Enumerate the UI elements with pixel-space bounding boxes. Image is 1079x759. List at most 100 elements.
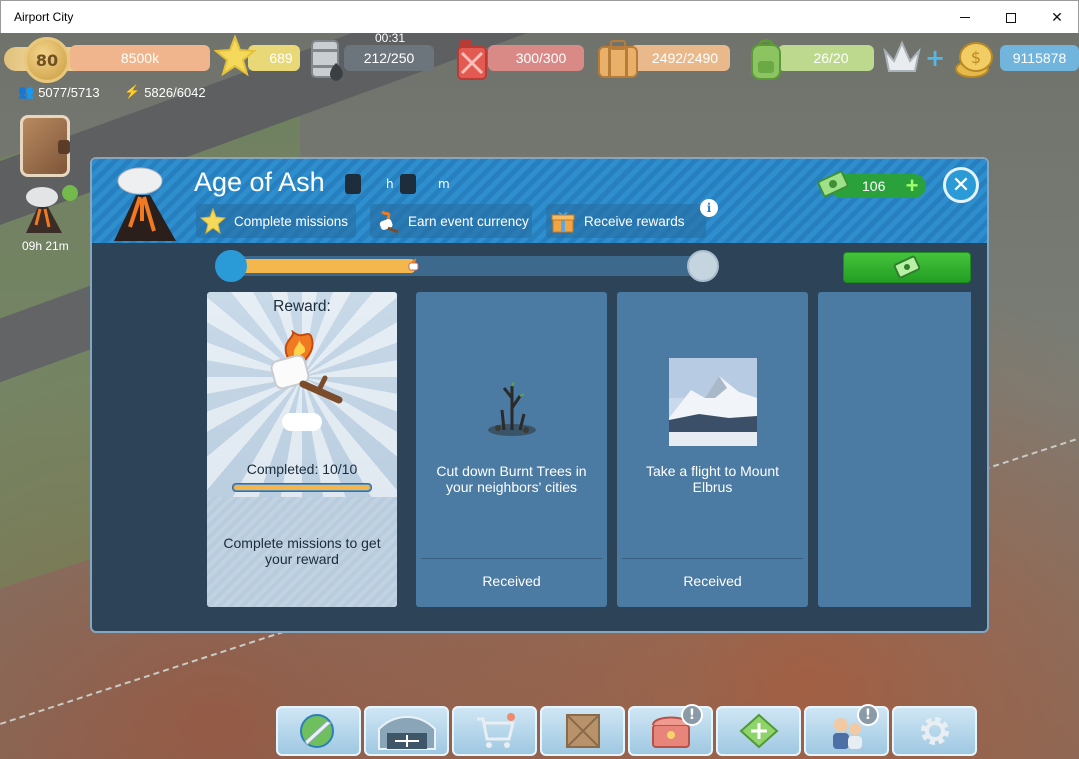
mission-status: Received [683,573,742,589]
completed-progress-fill [234,485,370,490]
minimize-icon [960,17,970,18]
flights-button[interactable] [276,706,361,756]
power-stat[interactable]: ⚡ 5826/6042 [124,84,206,100]
missions-carousel[interactable]: Reward: Completed: 10/10 Complete missio… [207,292,971,607]
xp-bar[interactable]: 8500k [70,45,210,71]
expand-map-icon [738,713,779,749]
expand-button[interactable] [716,706,801,756]
add-currency-icon[interactable]: + [902,175,922,197]
dialog-title: Age of Ash [194,167,325,197]
population-value: 5077/5713 [38,84,100,100]
coins-icon: $ [952,37,1002,81]
close-window-button[interactable]: ✕ [1034,1,1079,34]
wallet-button[interactable] [20,115,70,177]
svg-text:$: $ [971,48,981,67]
gear-icon [920,717,949,745]
alert-badge-icon: ! [857,704,879,726]
card-divider [421,558,602,559]
step-label: Complete missions [234,213,349,229]
star-icon [200,208,226,234]
level-value: 80 [35,50,59,70]
info-icon[interactable]: i [700,199,718,217]
event-volcano-button[interactable] [18,185,78,235]
shop-button[interactable] [452,706,537,756]
bottom-toolbar: ! ! [276,704,977,759]
burnt-tree-icon [468,358,556,446]
wallet-icon [58,140,70,154]
event-currency-value: 106 [862,178,886,194]
canisters-value: 300/300 [515,50,567,66]
step-complete-missions: Complete missions [196,204,356,238]
close-icon: ✕ [1051,9,1063,26]
step-label: Receive rewards [584,213,685,229]
completed-progress-bar [232,483,372,492]
level-badge[interactable]: 80 [24,37,70,83]
friends-button[interactable]: ! [804,704,889,756]
completed-count: Completed: 10/10 [246,461,358,477]
maximize-button[interactable] [988,1,1034,34]
step-label: Earn event currency [408,213,529,229]
reward-amount-pill [282,413,322,431]
people-icon: 👥 [18,84,35,99]
backpacks-value: 26/20 [813,50,849,66]
close-dialog-button[interactable]: ✕ [943,167,979,203]
reward-card[interactable]: Reward: Completed: 10/10 Complete missio… [207,292,397,607]
backpack-icon [746,37,786,81]
hours-box [345,174,361,194]
reward-label: Reward: [273,298,331,315]
buy-currency-button[interactable] [843,252,971,283]
event-timer: 09h 21m [22,239,69,253]
progress-end-knob [687,250,719,282]
maximize-icon [1006,12,1016,23]
gift-icon [550,208,576,234]
hangar-button[interactable] [364,706,449,756]
minimize-button[interactable] [942,1,988,34]
mission-card[interactable]: Take a flight to Mount Elbrus Received [617,292,808,607]
progress-fill [237,259,415,273]
dialog-header: Age of Ash h m Complete missions Earn ev… [92,159,987,243]
reward-description: Complete missions to get your reward [223,535,381,567]
fuel-bar[interactable]: 212/250 [344,45,434,71]
cash-icon [893,255,921,278]
volcano-icon [110,165,180,243]
gas-can-icon [452,37,492,81]
add-premium-icon[interactable]: + [924,44,946,72]
crate-icon [565,714,600,748]
treasure-button[interactable]: ! [628,704,713,756]
fuel-tank-icon [306,35,350,83]
crown-icon[interactable] [882,39,922,75]
mission-description: Cut down Burnt Trees in your neighbors' … [436,463,587,495]
event-dialog: Age of Ash h m Complete missions Earn ev… [90,157,989,633]
coins-value: 9115878 [1012,50,1067,66]
marshmallow-marker-icon [407,258,421,274]
mission-card[interactable]: Cut down Burnt Trees in your neighbors' … [416,292,607,607]
fuel-timer: 00:31 [375,33,406,45]
coins-bar[interactable]: 9115878 [1000,45,1079,71]
settings-button[interactable] [892,706,977,756]
mount-elbrus-photo [669,358,757,446]
bags-bar[interactable]: 2492/2490 [630,45,730,71]
xp-value: 8500k [120,50,160,66]
marshmallow-stick-icon [259,329,349,410]
cash-icon [816,168,850,202]
suitcase-icon [596,39,640,79]
power-value: 5826/6042 [144,84,206,100]
window-title: Airport City [14,10,74,24]
marshmallow-icon [374,208,400,234]
step-receive-rewards: Receive rewards [546,204,706,238]
backpacks-bar[interactable]: 26/20 [778,45,874,71]
power-icon: ⚡ [124,84,141,99]
star-icon [214,35,256,77]
progress-start-knob [215,250,247,282]
mission-description: Take a flight to Mount Elbrus [645,463,780,495]
bags-value: 2492/2490 [651,50,719,66]
canisters-bar[interactable]: 300/300 [488,45,584,71]
volcano-icon [26,185,78,233]
alert-badge-icon: ! [681,704,703,726]
shop-cart-icon [476,713,515,748]
window-titlebar: Airport City ✕ [0,0,1079,33]
population-stat[interactable]: 👥 5077/5713 [18,84,100,100]
mission-card[interactable] [818,292,971,607]
storage-button[interactable] [540,706,625,756]
event-currency-pill[interactable]: 106 + [817,170,926,198]
